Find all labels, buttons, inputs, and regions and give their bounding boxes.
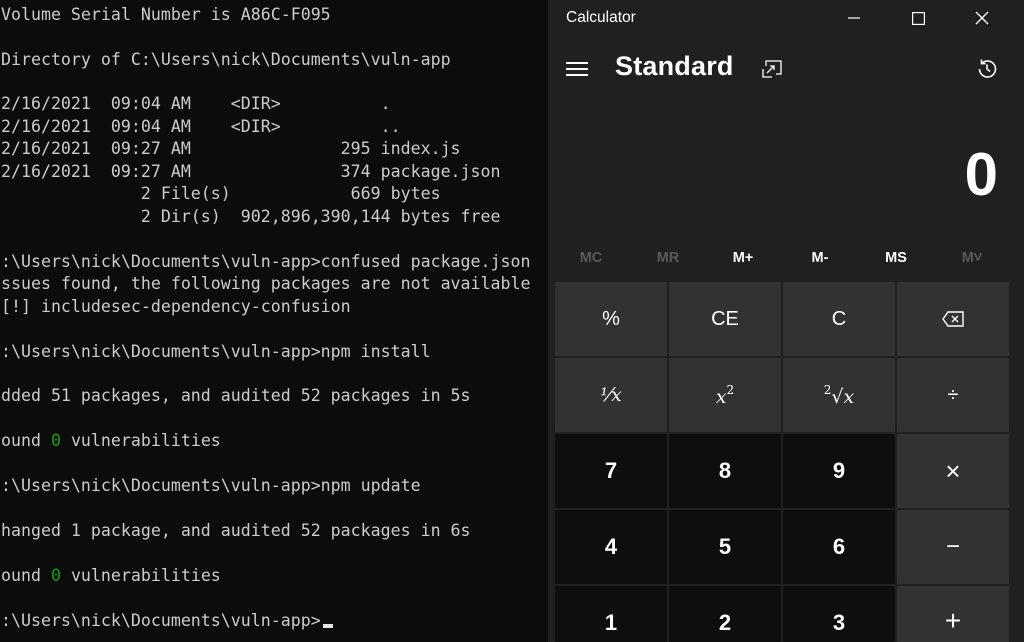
digit-8-button[interactable]: 8 bbox=[669, 434, 781, 508]
result-display: 0 bbox=[964, 141, 998, 208]
history-button[interactable] bbox=[972, 55, 1002, 83]
square-button[interactable]: x2 bbox=[669, 358, 781, 432]
terminal-line: 02/16/2021 09:27 AM 374 package.json bbox=[0, 162, 501, 181]
terminal-line-found: found 0 vulnerabilities bbox=[0, 430, 221, 452]
digit-4-button[interactable]: 4 bbox=[555, 510, 667, 584]
keep-on-top-button[interactable] bbox=[758, 56, 786, 82]
terminal-cursor bbox=[322, 624, 333, 628]
window-title: Calculator bbox=[566, 9, 636, 26]
divide-label: ÷ bbox=[947, 383, 959, 406]
digit-3-button[interactable]: 3 bbox=[783, 586, 895, 642]
digit-label: 7 bbox=[604, 458, 618, 483]
clear-entry-button[interactable]: CE bbox=[669, 282, 781, 356]
clear-button[interactable]: C bbox=[783, 282, 895, 356]
keep-on-top-icon bbox=[762, 60, 782, 78]
terminal-line: 02/16/2021 09:27 AM 295 index.js bbox=[0, 139, 461, 158]
memory-recall-button[interactable]: MR bbox=[630, 240, 706, 276]
digit-label: 3 bbox=[832, 610, 846, 635]
square-root-label: 2√x bbox=[824, 383, 854, 408]
close-button[interactable] bbox=[950, 0, 1014, 36]
root-radical: √x bbox=[831, 385, 855, 408]
memory-store-button[interactable]: MS bbox=[858, 240, 934, 276]
digit-label: 2 bbox=[718, 610, 732, 635]
terminal-line-found: found 0 vulnerabilities bbox=[0, 565, 221, 587]
vulnerability-count: 0 bbox=[50, 566, 61, 585]
clear-label: C bbox=[831, 307, 847, 330]
memory-subtract-button[interactable]: M- bbox=[782, 240, 858, 276]
maximize-icon bbox=[911, 11, 925, 25]
found-suffix: vulnerabilities bbox=[60, 566, 221, 585]
digit-label: 6 bbox=[832, 534, 846, 559]
multiply-label: × bbox=[945, 455, 961, 486]
navigation-menu-button[interactable] bbox=[563, 57, 591, 81]
square-label: x2 bbox=[716, 383, 734, 408]
backspace-icon bbox=[942, 311, 964, 327]
hamburger-icon bbox=[566, 62, 588, 76]
minus-label: − bbox=[945, 533, 960, 560]
minimize-button[interactable] bbox=[822, 0, 886, 36]
vulnerability-count: 0 bbox=[50, 431, 61, 450]
reciprocal-label: ⅟x bbox=[600, 384, 622, 406]
terminal-line: C:\Users\nick\Documents\vuln-app>npm upd… bbox=[0, 476, 421, 495]
square-exponent: 2 bbox=[726, 382, 735, 397]
found-prefix: found bbox=[0, 431, 41, 450]
memory-list-button[interactable]: M˅ bbox=[934, 240, 1010, 276]
plus-label: + bbox=[944, 605, 962, 636]
terminal-window[interactable]: Volume Serial Number is A86C-F095 Direct… bbox=[0, 0, 548, 642]
maximize-button[interactable] bbox=[886, 0, 950, 36]
terminal-line: Issues found, the following packages are… bbox=[0, 274, 531, 293]
terminal-line: C:\Users\nick\Documents\vuln-app>confuse… bbox=[0, 252, 531, 271]
terminal-line: Volume Serial Number is A86C-F095 bbox=[0, 5, 331, 24]
history-icon bbox=[978, 59, 997, 78]
digit-label: 5 bbox=[718, 534, 732, 559]
terminal-line: 02/16/2021 09:04 AM <DIR> .. bbox=[0, 117, 401, 136]
terminal-line: 02/16/2021 09:04 AM <DIR> . bbox=[0, 94, 391, 113]
multiply-button[interactable]: × bbox=[897, 434, 1009, 508]
terminal-line: added 51 packages, and audited 52 packag… bbox=[0, 386, 471, 405]
digit-2-button[interactable]: 2 bbox=[669, 586, 781, 642]
close-icon bbox=[975, 11, 989, 25]
plus-button[interactable]: + bbox=[897, 586, 1009, 642]
backspace-button[interactable] bbox=[897, 282, 1009, 356]
clear-entry-label: CE bbox=[711, 307, 739, 330]
digit-label: 1 bbox=[604, 610, 618, 635]
terminal-line: 2 File(s) 669 bytes bbox=[0, 184, 441, 203]
memory-clear-button[interactable]: MC bbox=[553, 240, 629, 276]
reciprocal-button[interactable]: ⅟x bbox=[555, 358, 667, 432]
terminal-line: changed 1 package, and audited 52 packag… bbox=[0, 521, 471, 540]
memory-add-button[interactable]: M+ bbox=[705, 240, 781, 276]
divide-button[interactable]: ÷ bbox=[897, 358, 1009, 432]
digit-1-button[interactable]: 1 bbox=[555, 586, 667, 642]
terminal-prompt: C:\Users\nick\Documents\vuln-app> bbox=[0, 611, 321, 630]
digit-label: 9 bbox=[832, 458, 846, 483]
terminal-line: C:\Users\nick\Documents\vuln-app>npm ins… bbox=[0, 342, 431, 361]
percent-button[interactable]: % bbox=[555, 282, 667, 356]
memory-row: MC MR M+ M- MS M˅ bbox=[548, 240, 1024, 276]
digit-label: 4 bbox=[604, 534, 618, 559]
found-prefix: found bbox=[0, 566, 41, 585]
square-root-button[interactable]: 2√x bbox=[783, 358, 895, 432]
found-suffix: vulnerabilities bbox=[60, 431, 221, 450]
digit-label: 8 bbox=[718, 458, 732, 483]
calculator-window: Calculator Standard 0 MC MR M+ M- MS M˅ … bbox=[548, 0, 1024, 642]
digit-5-button[interactable]: 5 bbox=[669, 510, 781, 584]
percent-label: % bbox=[602, 307, 620, 330]
terminal-line: 2 Dir(s) 902,896,390,144 bytes free bbox=[0, 207, 501, 226]
calculator-titlebar[interactable]: Calculator bbox=[548, 0, 1024, 36]
digit-6-button[interactable]: 6 bbox=[783, 510, 895, 584]
terminal-line: [!] includesec-dependency-confusion bbox=[0, 297, 351, 316]
minimize-icon bbox=[848, 17, 860, 19]
digit-7-button[interactable]: 7 bbox=[555, 434, 667, 508]
digit-9-button[interactable]: 9 bbox=[783, 434, 895, 508]
square-base: x bbox=[715, 385, 727, 408]
terminal-line: Directory of C:\Users\nick\Documents\vul… bbox=[0, 50, 451, 69]
calculator-mode-title: Standard bbox=[615, 51, 734, 81]
terminal-prompt-line[interactable]: C:\Users\nick\Documents\vuln-app> bbox=[0, 610, 333, 632]
minus-button[interactable]: − bbox=[897, 510, 1009, 584]
